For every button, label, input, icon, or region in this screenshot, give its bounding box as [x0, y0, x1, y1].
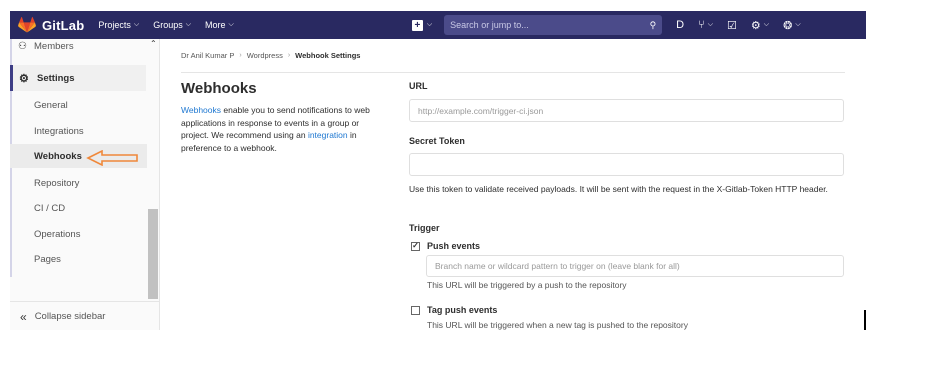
chevron-down-icon: ⌵: [228, 21, 234, 28]
todos-button[interactable]: ☑: [727, 19, 737, 32]
breadcrumb-project[interactable]: Wordpress: [247, 51, 283, 60]
gear-icon: ⚙: [19, 72, 29, 85]
push-events-label: Push events: [427, 241, 481, 251]
sidebar-scrollbar[interactable]: ⌃: [148, 39, 158, 299]
push-events-help: This URL will be triggered by a push to …: [427, 280, 627, 290]
merge-request-icon: ⑂: [698, 19, 705, 31]
chevron-up-icon[interactable]: ⌃: [150, 39, 157, 48]
collapse-sidebar-button[interactable]: « Collapse sidebar: [10, 301, 159, 331]
push-events-checkbox[interactable]: ✓: [411, 241, 420, 251]
sidebar-item-label: Integrations: [34, 125, 84, 137]
sidebar-item-settings[interactable]: ⚙ Settings: [10, 65, 146, 91]
groups-label: Groups: [153, 20, 183, 30]
sidebar-item-label: Operations: [34, 228, 81, 240]
top-navbar: GitLab Projects ⌵ Groups ⌵ More ⌵ + ⌵ Se…: [10, 11, 866, 39]
sidebar-item-label: CI / CD: [34, 202, 66, 214]
divider: [181, 72, 845, 73]
page-description: Webhooks enable you to send notification…: [181, 104, 386, 154]
chevron-down-icon: ⌵: [707, 21, 714, 28]
search-input[interactable]: Search or jump to... ⚲: [444, 15, 663, 35]
gitlab-logo-icon: [18, 17, 36, 33]
more-label: More: [205, 20, 226, 30]
secret-token-help: Use this token to validate received payl…: [409, 184, 828, 194]
sidebar-item-pages[interactable]: Pages: [10, 247, 147, 271]
push-events-row[interactable]: ✓ Push events: [411, 241, 480, 251]
tag-push-events-checkbox[interactable]: [411, 305, 420, 315]
branch-filter-input[interactable]: Branch name or wildcard pattern to trigg…: [426, 255, 844, 277]
issues-button[interactable]: D: [676, 19, 684, 31]
url-label: URL: [409, 81, 428, 91]
search-icon: ⚲: [649, 19, 657, 30]
chevron-down-icon: ⌵: [763, 21, 770, 28]
chevron-down-icon: ⌵: [133, 21, 140, 28]
chevron-right-icon: ›: [287, 52, 291, 59]
sidebar-item-ci-cd[interactable]: CI / CD: [10, 196, 147, 220]
issues-icon: D: [676, 19, 685, 31]
double-chevron-left-icon: «: [20, 309, 27, 324]
search-placeholder: Search or jump to...: [450, 20, 529, 30]
breadcrumb-current[interactable]: Webhook Settings: [295, 51, 360, 60]
help-icon: ⚙: [750, 19, 761, 32]
more-menu[interactable]: More ⌵: [205, 20, 234, 30]
url-input[interactable]: http://example.com/trigger-ci.json: [409, 99, 844, 122]
sidebar-item-operations[interactable]: Operations: [10, 222, 147, 246]
tag-push-events-label: Tag push events: [427, 305, 498, 315]
sidebar-item-label: Settings: [37, 72, 75, 84]
sidebar-item-label: Repository: [34, 177, 80, 189]
avatar-icon: ❂: [783, 19, 793, 32]
sidebar: ⚇ Members ⚙ Settings General Integration…: [10, 39, 160, 330]
members-icon: ⚇: [18, 41, 27, 52]
plus-icon: +: [411, 19, 423, 31]
projects-menu[interactable]: Projects ⌵: [98, 20, 139, 30]
trigger-label: Trigger: [409, 223, 440, 233]
collapse-label: Collapse sidebar: [34, 311, 106, 322]
branch-filter-placeholder: Branch name or wildcard pattern to trigg…: [435, 261, 680, 271]
tag-push-events-row[interactable]: Tag push events: [411, 305, 497, 315]
arrow-annotation-icon: [86, 150, 138, 166]
webhooks-doc-link[interactable]: Webhooks: [181, 105, 221, 115]
brand-name: GitLab: [42, 17, 85, 33]
text-cursor: [864, 310, 866, 330]
groups-menu[interactable]: Groups ⌵: [153, 20, 191, 30]
help-button[interactable]: ⚙ ⌵: [751, 19, 769, 32]
brand[interactable]: GitLab: [18, 17, 84, 33]
scroll-thumb[interactable]: [148, 209, 158, 299]
sidebar-item-label: General: [34, 99, 68, 111]
page-title: Webhooks: [181, 80, 257, 97]
sidebar-item-repository[interactable]: Repository: [10, 171, 147, 195]
tag-push-events-help: This URL will be triggered when a new ta…: [427, 320, 688, 330]
sidebar-item-integrations[interactable]: Integrations: [10, 119, 147, 143]
new-item-button[interactable]: + ⌵: [411, 19, 433, 31]
chevron-down-icon: ⌵: [795, 21, 801, 28]
integration-link[interactable]: integration: [308, 130, 348, 140]
url-placeholder: http://example.com/trigger-ci.json: [418, 105, 544, 116]
sidebar-item-label: Webhooks: [34, 150, 82, 162]
breadcrumb: Dr Anil Kumar P › Wordpress › Webhook Se…: [181, 51, 360, 60]
sidebar-item-general[interactable]: General: [10, 93, 147, 117]
breadcrumb-user[interactable]: Dr Anil Kumar P: [181, 51, 234, 60]
secret-token-input[interactable]: [409, 153, 844, 176]
projects-label: Projects: [98, 20, 131, 30]
todo-icon: ☑: [727, 19, 737, 32]
merge-requests-button[interactable]: ⑂ ⌵: [698, 19, 713, 31]
secret-token-label: Secret Token: [409, 136, 465, 146]
chevron-down-icon: ⌵: [426, 21, 433, 28]
chevron-down-icon: ⌵: [185, 21, 192, 28]
sidebar-item-members[interactable]: ⚇ Members: [10, 41, 146, 52]
sidebar-item-label: Members: [34, 41, 74, 52]
user-menu[interactable]: ❂ ⌵: [783, 19, 801, 32]
sidebar-item-label: Pages: [34, 253, 61, 265]
chevron-right-icon: ›: [239, 52, 242, 59]
